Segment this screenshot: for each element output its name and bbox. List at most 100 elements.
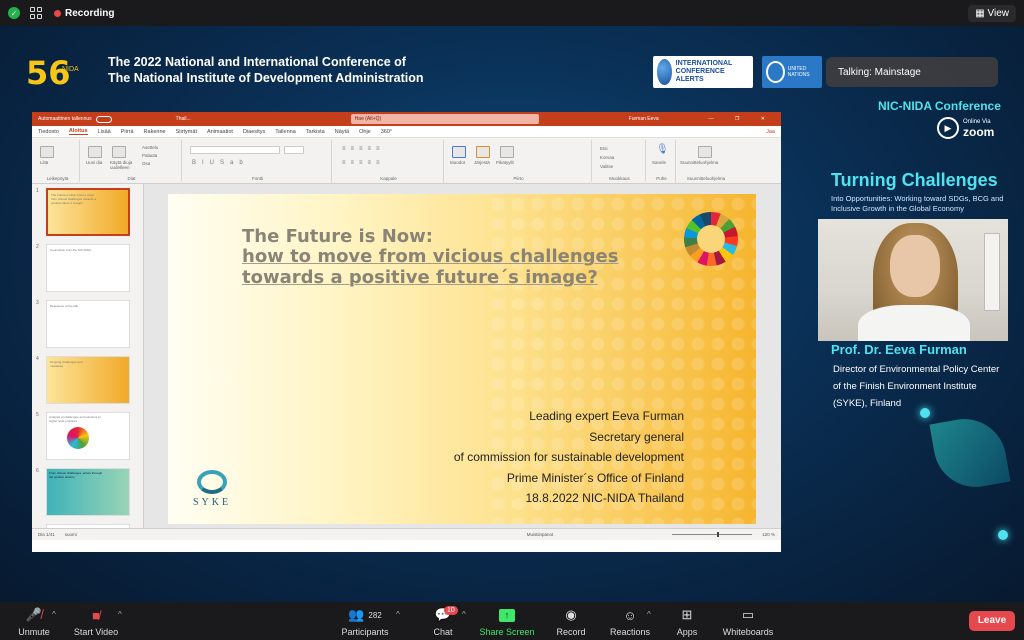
- ribbon-group-font: BIUSab Fontti: [184, 140, 332, 182]
- unmute-button[interactable]: 🎤̸ Unmute: [14, 606, 54, 637]
- security-shield-icon[interactable]: ✓: [8, 7, 20, 19]
- notes-button[interactable]: Muistiinpanot: [527, 532, 554, 537]
- ppt-menu-tab[interactable]: Diaesitys: [243, 129, 265, 135]
- ppt-menu-tab[interactable]: Näytä: [335, 129, 349, 135]
- background-door: [984, 233, 1000, 311]
- meeting-toolbar: 🎤̸ Unmute ^ ■̸ Start Video ^ 👥 282 Partic…: [0, 602, 1024, 640]
- whiteboard-icon: ▭: [741, 607, 755, 622]
- paste-button[interactable]: [40, 146, 54, 158]
- reuse-slides-button[interactable]: [112, 146, 126, 158]
- arrange-button[interactable]: [476, 146, 490, 158]
- conference-title: The 2022 National and International Conf…: [108, 54, 424, 86]
- ribbon-group-label: Muokkaus: [609, 176, 630, 181]
- participants-options-caret[interactable]: ^: [396, 610, 400, 619]
- ppt-menu-tab[interactable]: Siirtymät: [176, 129, 197, 135]
- ppt-menu-tab[interactable]: 360°: [381, 129, 392, 135]
- quick-styles-button[interactable]: [500, 146, 514, 158]
- list-buttons[interactable]: ≡≡≡≡≡: [342, 146, 385, 152]
- designer-button[interactable]: [698, 146, 712, 158]
- ribbon-group-label: Kappale: [380, 176, 397, 181]
- find-button[interactable]: Etsi: [600, 144, 614, 153]
- talking-indicator: Talking: Mainstage: [826, 57, 998, 87]
- conference-title-line2: The National Institute of Development Ad…: [108, 71, 424, 85]
- ppt-menu-tab[interactable]: Rakenne: [144, 129, 166, 135]
- slide-thumbnail[interactable]: From vicious challenges, actors through …: [46, 468, 130, 516]
- ppt-menu-tab[interactable]: Aloitus: [68, 128, 88, 135]
- ribbon-group-label: Suunnitteluohjelma: [686, 176, 726, 181]
- audio-options-caret[interactable]: ^: [52, 610, 56, 619]
- globe-icon: [657, 59, 672, 85]
- slide-thumbnail[interactable]: The Future is Now: how to move from vici…: [46, 188, 130, 236]
- leave-button[interactable]: Leave: [969, 611, 1015, 631]
- new-slide-button[interactable]: [88, 146, 102, 158]
- chat-options-caret[interactable]: ^: [462, 610, 466, 619]
- editing-buttons: Etsi Korvaa Valitse: [600, 144, 614, 171]
- ppt-user-name[interactable]: Furman Eeva: [629, 116, 659, 122]
- ppt-menu-tab[interactable]: Piirrä: [121, 129, 134, 135]
- select-button[interactable]: Valitse: [600, 162, 614, 171]
- ribbon-group-editing: Etsi Korvaa Valitse Muokkaus: [594, 140, 646, 182]
- slide-thumbnail[interactable]: Countdown from the NIC-NIDA: [46, 244, 130, 292]
- slide-thumbnail[interactable]: Ongoing challenges and measures: [46, 356, 130, 404]
- font-size-select[interactable]: [284, 146, 304, 154]
- ribbon-group-label: Fontti: [251, 176, 264, 181]
- powerpoint-window[interactable]: Automaattinen tallennus Thail... Hae (Al…: [32, 112, 781, 552]
- autosave-toggle[interactable]: [95, 115, 112, 123]
- thumbnail-text: Ongoing challenges and measures: [50, 360, 83, 368]
- align-buttons[interactable]: ≡≡≡≡≡: [342, 160, 385, 166]
- current-slide[interactable]: The Future is Now: how to move from vici…: [168, 194, 756, 524]
- replace-button[interactable]: Korvaa: [600, 153, 614, 162]
- start-video-button[interactable]: ■̸ Start Video: [70, 606, 122, 638]
- section-button[interactable]: Osa: [142, 160, 158, 168]
- ppt-menu-tab[interactable]: Tallenna: [275, 129, 296, 135]
- ppt-menu-tabs: Tiedosto Aloitus Lisää Piirrä Rakenne Siirtym…: [32, 126, 781, 138]
- record-button[interactable]: ◉ Record: [552, 606, 590, 637]
- zoom-slider-thumb[interactable]: [717, 532, 720, 537]
- ppt-search-box[interactable]: Hae (Alt+Q): [350, 114, 539, 124]
- ppt-menu-tab[interactable]: Tiedosto: [38, 129, 59, 135]
- ppt-menu-tab[interactable]: Animaatiot: [207, 129, 233, 135]
- quick-styles-label: Pikatyylit: [496, 160, 514, 165]
- ppt-menu-tab[interactable]: Lisää: [98, 129, 111, 135]
- font-name-select[interactable]: [190, 146, 280, 154]
- language-indicator[interactable]: suomi: [65, 532, 77, 537]
- participant-count: 282: [368, 610, 382, 620]
- chat-label: Chat: [433, 627, 453, 637]
- chat-unread-badge: 10: [444, 606, 458, 615]
- zoom-slider[interactable]: [672, 532, 753, 537]
- speaker-shirt: [858, 305, 970, 341]
- doc-title: Thail...: [175, 116, 191, 122]
- whiteboards-label: Whiteboards: [722, 627, 774, 637]
- conference-alerts-text: INTERNATIONAL CONFERENCE ALERTS: [675, 60, 733, 83]
- font-format-buttons[interactable]: BIUSab: [192, 160, 249, 166]
- microphone-icon[interactable]: 🎙: [656, 144, 669, 155]
- share-screen-button[interactable]: ↑ Share Screen: [478, 606, 536, 637]
- reset-button[interactable]: Palauta: [142, 152, 158, 160]
- shapes-button[interactable]: [452, 146, 466, 158]
- slide-subtitle: how to move from vicious challenges towa…: [242, 246, 619, 288]
- online-via-label: Online Via: [963, 118, 991, 125]
- reactions-options-caret[interactable]: ^: [647, 610, 651, 619]
- video-options-caret[interactable]: ^: [118, 610, 122, 619]
- thumbnail-text: Countdown from the NIC-NIDA: [50, 248, 92, 252]
- layout-button[interactable]: Asettelu: [142, 144, 158, 152]
- unmute-label: Unmute: [18, 627, 50, 637]
- speaker-video-tile[interactable]: [818, 219, 1008, 341]
- slide-thumbnail[interactable]: Relevance of the talk: [46, 300, 130, 348]
- whiteboards-button[interactable]: ▭ Whiteboards: [718, 606, 778, 637]
- share-button[interactable]: Jaa: [766, 129, 775, 135]
- apps-button[interactable]: ⊞ Apps: [672, 606, 702, 637]
- chat-button[interactable]: 💬 10 Chat: [426, 606, 460, 637]
- arrange-label: Järjestä: [474, 160, 490, 165]
- speaker-role: Director of Environmental Policy Center …: [833, 361, 1018, 412]
- ppt-menu-tab[interactable]: Tarkista: [306, 129, 325, 135]
- view-button[interactable]: ▦ View: [968, 4, 1016, 22]
- participants-button[interactable]: 👥 282 Participants: [336, 606, 394, 637]
- slide-thumbnail[interactable]: Analysis of challenges and solutions at …: [46, 412, 130, 460]
- ppt-menu-tab[interactable]: Ohje: [359, 129, 371, 135]
- grid-icon[interactable]: [30, 7, 42, 19]
- recording-label[interactable]: Recording: [65, 8, 114, 19]
- zoom-level[interactable]: 120 %: [762, 532, 775, 537]
- window-controls[interactable]: — ❐ ✕: [709, 116, 775, 122]
- thumbnail-text: Relevance of the talk: [50, 304, 79, 308]
